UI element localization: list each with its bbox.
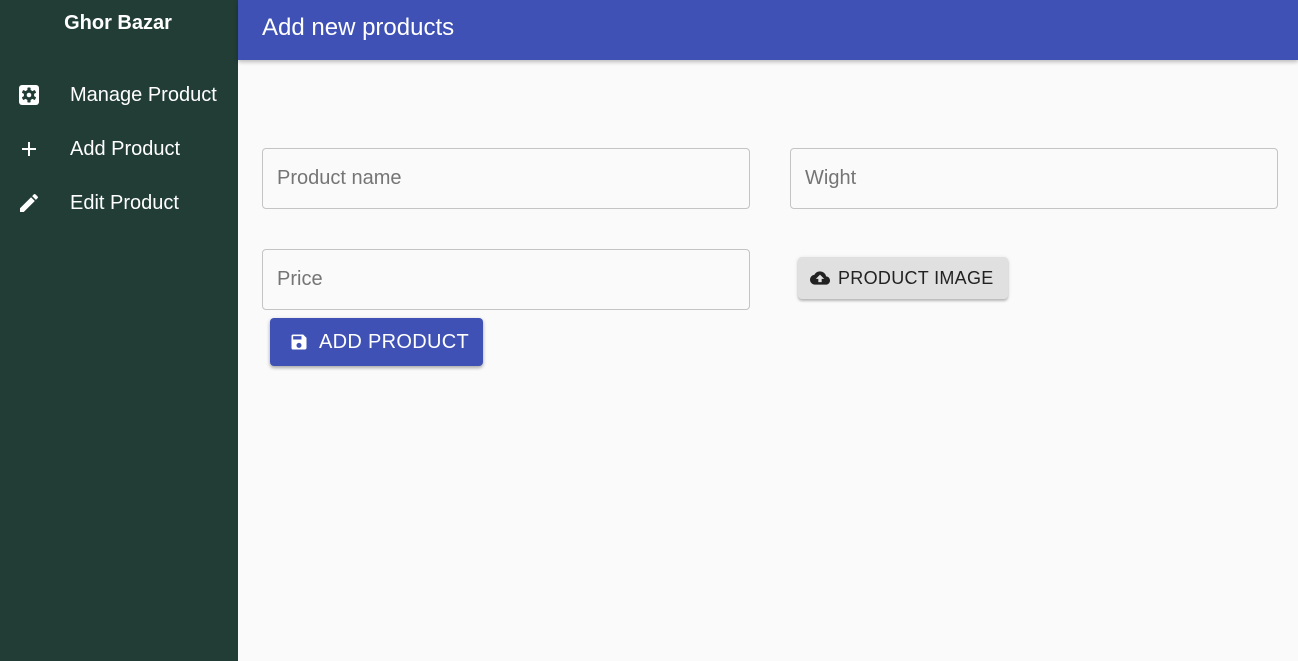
gear-box-icon	[16, 82, 42, 108]
plus-icon	[16, 136, 42, 162]
sidebar-item-label: Add Product	[70, 137, 181, 160]
price-input[interactable]	[263, 250, 749, 309]
upload-button-label: PRODUCT IMAGE	[838, 267, 994, 288]
sidebar-item-manage-product[interactable]: Manage Product	[0, 73, 238, 117]
product-image-upload-button[interactable]: PRODUCT IMAGE	[798, 257, 1008, 299]
sidebar: Ghor Bazar Manage Product Add Product Ed…	[0, 0, 238, 661]
sidebar-item-label: Manage Product	[70, 83, 217, 106]
weight-input[interactable]	[791, 149, 1277, 208]
add-button-label: ADD PRODUCT	[319, 330, 469, 353]
weight-field	[790, 148, 1278, 209]
sidebar-item-add-product[interactable]: Add Product	[0, 127, 238, 171]
product-name-input[interactable]	[263, 149, 749, 208]
sidebar-item-edit-product[interactable]: Edit Product	[0, 181, 238, 225]
save-icon	[289, 332, 309, 352]
add-product-button[interactable]: ADD PRODUCT	[270, 318, 483, 366]
price-field	[262, 249, 750, 310]
brand-title: Ghor Bazar	[64, 12, 172, 34]
page-title: Add new products	[262, 14, 455, 41]
product-name-field	[262, 148, 750, 209]
app-bar: Add new products	[238, 0, 1298, 60]
cloud-upload-icon	[810, 268, 830, 288]
sidebar-item-label: Edit Product	[70, 191, 179, 214]
pencil-icon	[16, 190, 42, 216]
